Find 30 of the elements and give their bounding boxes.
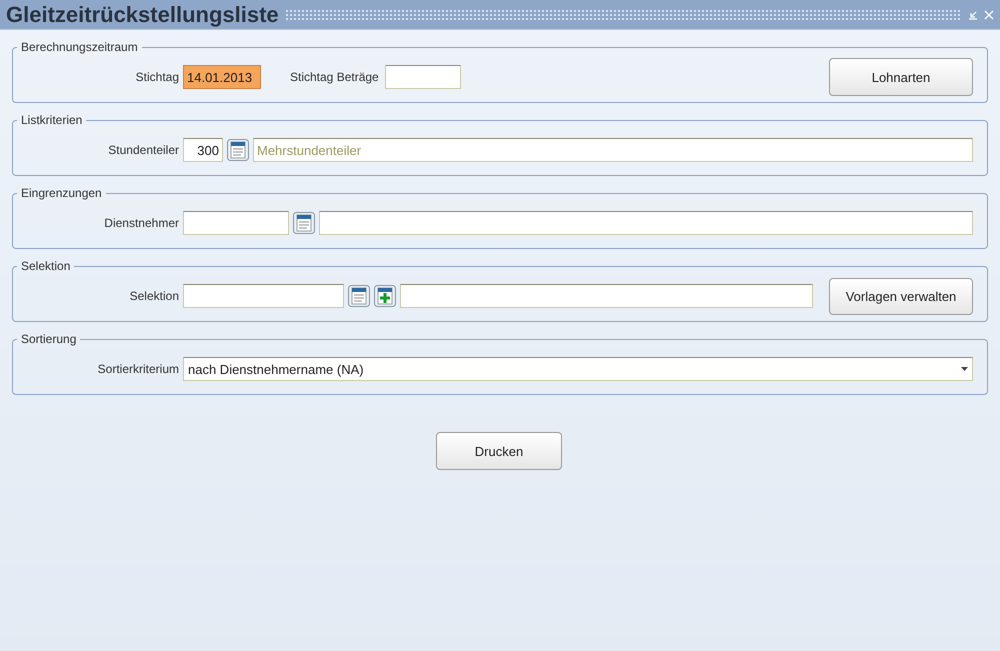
input-field[interactable] [183, 284, 344, 308]
group-legend: Selektion [17, 259, 74, 273]
field-label: Sortierkriterium [96, 362, 179, 376]
group-legend: Berechnungszeitraum [17, 40, 142, 54]
close-icon[interactable] [984, 10, 994, 20]
lohnarten-button[interactable]: Lohnarten [829, 58, 973, 96]
sort-dropdown[interactable]: nach Dienstnehmername (NA) [183, 357, 973, 381]
field-label: Stichtag Beträge [290, 70, 379, 84]
list-icon[interactable] [293, 212, 315, 234]
list-icon[interactable] [227, 139, 249, 161]
group-legend: Listkriterien [17, 113, 86, 127]
input-field[interactable] [319, 211, 973, 235]
group-legend: Sortierung [17, 332, 80, 346]
field-label: Selektion [128, 289, 179, 303]
minimize-icon[interactable] [968, 10, 978, 20]
print-button[interactable]: Drucken [436, 432, 562, 470]
input-field[interactable] [183, 211, 289, 235]
caret-icon [961, 367, 968, 371]
date-field[interactable]: 14.01.2013 [183, 65, 261, 89]
field-label: Dienstnehmer [103, 216, 179, 230]
list-icon[interactable] [348, 285, 370, 307]
add-icon[interactable] [374, 285, 396, 307]
window-title: Gleitzeitrückstellungsliste [6, 2, 279, 28]
date-field[interactable] [384, 65, 461, 89]
number-field[interactable]: 300 [183, 138, 223, 162]
field-label: Stundenteiler [107, 143, 179, 157]
vorlagen-button[interactable]: Vorlagen verwalten [829, 278, 973, 314]
input-field[interactable] [400, 284, 813, 308]
field-label: Stichtag [134, 70, 179, 84]
group-legend: Eingrenzungen [17, 186, 106, 200]
